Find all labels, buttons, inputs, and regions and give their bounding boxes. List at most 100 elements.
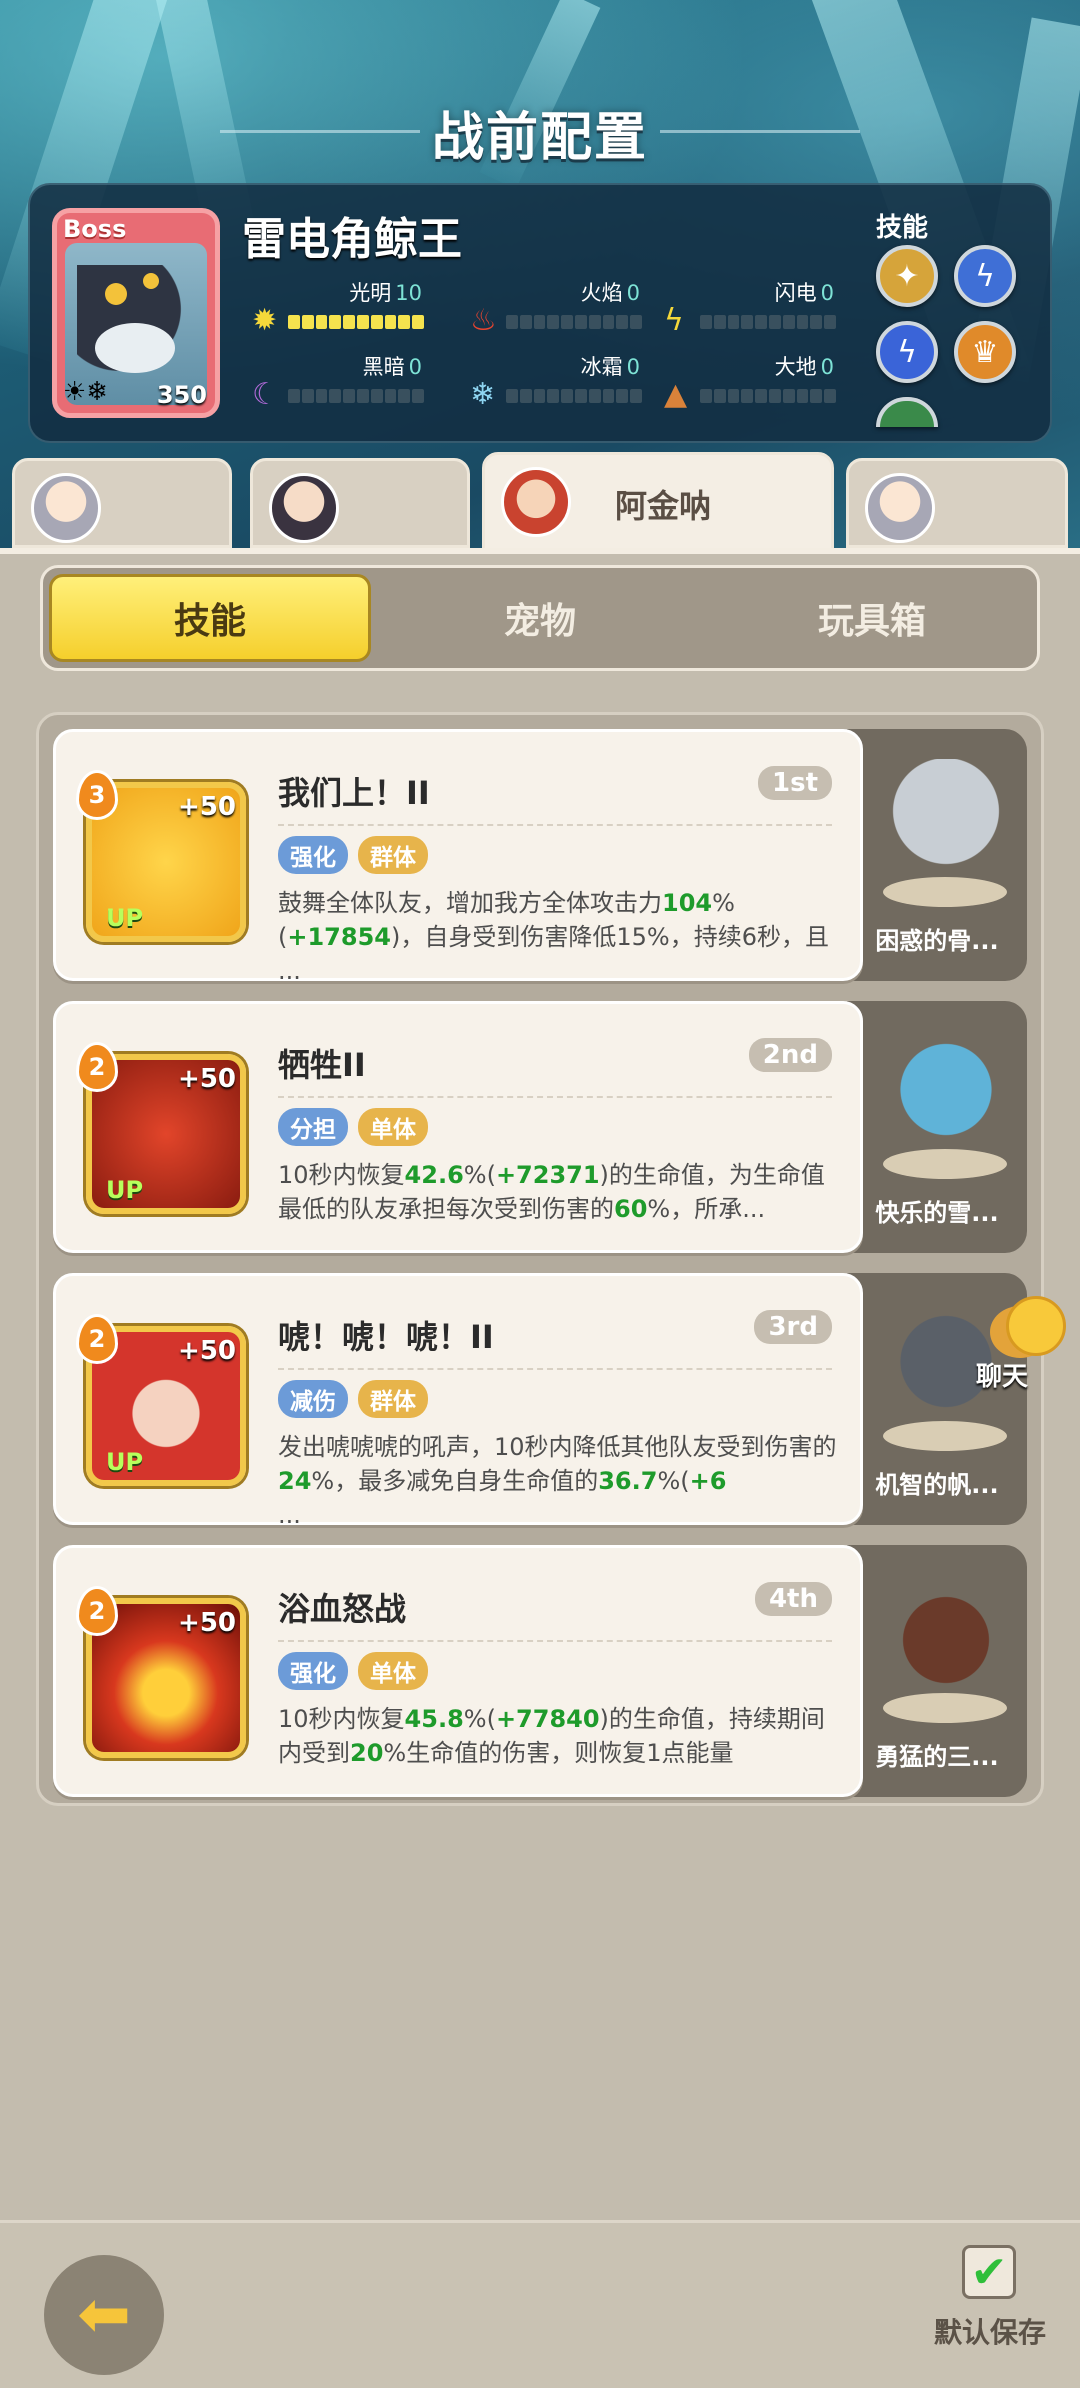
skill-tag: 强化 [278,836,348,874]
stat-label: 黑暗 [362,355,405,379]
boss-info-panel: Boss ☀❄ 350 雷电角鲸王 光明 10 ✹ 火焰 0 ♨ 闪电 0 ϟ 黑暗 0… [28,183,1052,443]
hero-avatar [501,467,571,537]
stat-value: 0 [820,281,834,305]
skill-bonus: +50 [178,1064,236,1094]
skill-level: 3 [76,770,118,820]
hero-avatar [31,473,101,543]
pet-slot-1[interactable]: 困惑的骨... [847,729,1027,981]
skill-level: 2 [76,1586,118,1636]
skill-bonus: +50 [178,1608,236,1638]
snowflake-icon: ❄ [470,377,496,412]
stat-fire: 火焰 0 ♨ [470,277,670,347]
stat-label: 闪电 [774,281,817,305]
skill-rank: 3rd [754,1310,832,1344]
skill-tag: 单体 [358,1108,428,1146]
skill-tag: 减伤 [278,1380,348,1418]
boss-skill-thunder-icon[interactable]: ϟ [954,245,1016,307]
hero-tab-4[interactable] [846,458,1068,548]
skill-tag: 强化 [278,1652,348,1690]
whale-spot [143,273,159,289]
page-title: 战前配置 [431,108,648,168]
pet-slot-2[interactable]: 快乐的雪... [847,1001,1027,1253]
pet-name: 快乐的雪... [875,1199,999,1227]
footer-bar: ⬅ ✔ 默认保存 [0,2220,1080,2388]
pet-pedestal [883,1693,1007,1723]
boss-skill-more-icon[interactable] [876,397,938,427]
skill-rank: 4th [754,1582,832,1616]
boss-skill-earth-icon[interactable]: ✦ [876,245,938,307]
stat-value: 0 [626,355,640,379]
skill-tag: 单体 [358,1652,428,1690]
hero-tab-2[interactable] [250,458,470,548]
skill-bonus: +50 [178,792,236,822]
skill-level: 2 [76,1314,118,1364]
skill-description: 10秒内恢复45.8%(+77840)的生命值，持续期间内受到20%生命值的伤害… [278,1705,825,1767]
fire-icon: ♨ [470,303,497,338]
stat-bar [288,315,424,329]
pet-image [891,1575,1001,1705]
tab-toybox[interactable]: 玩具箱 [711,574,1033,662]
stat-label: 光明 [349,281,392,305]
skill-name: 唬！唬！唬！II [278,1318,494,1356]
stat-value: 0 [408,355,422,379]
divider [278,1368,832,1370]
stat-bar [700,389,836,403]
skill-tag: 群体 [358,1380,428,1418]
stat-bar [700,315,836,329]
boss-skills-label: 技能 [876,213,929,243]
hero-avatar [269,473,339,543]
skill-card-4[interactable]: +50 2 浴血怒战 4th 强化 单体 10秒内恢复45.8%(+77840)… [53,1545,863,1797]
lightning-icon: ϟ [664,303,684,338]
skill-card-1[interactable]: +50 UP 3 我们上！II 1st 强化 群体 鼓舞全体队友，增加我方全体攻… [53,729,863,985]
skill-bonus: +50 [178,1336,236,1366]
boss-name: 雷电角鲸王 [242,214,462,265]
pet-name: 机智的帆... [875,1471,999,1499]
skill-tag: 分担 [278,1108,348,1146]
hero-tab-3[interactable]: 阿金呐 [482,452,834,552]
stat-value: 0 [820,355,834,379]
boss-portrait[interactable]: Boss ☀❄ 350 [52,208,220,418]
stat-earth: 大地 0 ▲ [664,351,864,421]
skill-description: 发出唬唬唬的吼声，10秒内降低其他队友受到伤害的24%，最多减免自身生命值的36… [278,1433,837,1529]
stat-bar [506,389,642,403]
pet-image [891,759,1001,889]
divider [278,1096,832,1098]
hero-avatar [865,473,935,543]
stat-label: 冰霜 [580,355,623,379]
skill-name: 牺牲II [278,1046,366,1084]
hero-tab-1[interactable] [12,458,232,548]
skill-list: 困惑的骨... +50 UP 3 我们上！II 1st 强化 群体 鼓舞全体队友… [36,712,1044,1806]
pet-image [891,1031,1001,1161]
skill-up-tag: UP [106,1448,144,1476]
stat-bar [506,315,642,329]
skill-up-tag: UP [106,1176,144,1204]
skill-up-tag: UP [106,904,144,932]
stat-value: 10 [395,281,422,305]
divider [278,824,832,826]
stat-dark: 黑暗 0 ☾ [252,351,452,421]
pet-pedestal [883,877,1007,907]
skill-card-2[interactable]: +50 UP 2 牺牲II 2nd 分担 单体 10秒内恢复42.6%(+723… [53,1001,863,1253]
skill-name: 我们上！II [278,774,430,812]
stat-light: 光明 10 ✹ [252,277,452,347]
pet-name: 困惑的骨... [875,927,999,955]
divider [278,1640,832,1642]
skill-card-3[interactable]: +50 UP 2 唬！唬！唬！II 3rd 减伤 群体 发出唬唬唬的吼声，10秒… [53,1273,863,1529]
boss-skill-crown-icon[interactable]: ♛ [954,321,1016,383]
stat-bar [288,389,424,403]
boss-skill-lightning-icon[interactable]: ϟ [876,321,938,383]
skill-tag: 群体 [358,836,428,874]
chat-label[interactable]: 聊天 [976,1356,1028,1393]
tab-pets[interactable]: 宠物 [379,574,701,662]
back-arrow-icon[interactable]: ⬅ [44,2255,164,2375]
stat-lightning: 闪电 0 ϟ [664,277,864,347]
default-save-checkbox[interactable]: ✔ [962,2245,1016,2299]
hero-name: 阿金呐 [615,487,712,525]
whale-spot [105,283,127,305]
pet-pedestal [883,1421,1007,1451]
category-tabs: 技能 宠物 玩具箱 [40,565,1040,671]
boss-level: 350 [156,381,207,409]
pet-slot-4[interactable]: 勇猛的三... [847,1545,1027,1797]
default-save-label[interactable]: 默认保存 [934,2311,1046,2351]
tab-skills[interactable]: 技能 [49,574,371,662]
